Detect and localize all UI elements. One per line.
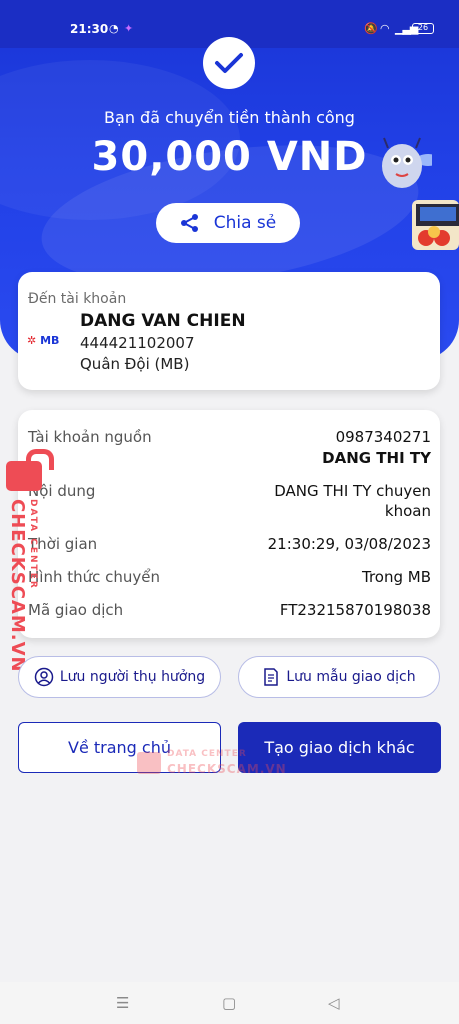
save-beneficiary-label: Lưu người thụ hưởng [59, 669, 206, 685]
battery-icon: 26 [412, 23, 434, 34]
transaction-id-value: FT23215870198038 [279, 601, 431, 619]
destination-account-card: Đến tài khoản ✲ MB DANG VAN CHIEN 444421… [18, 272, 440, 390]
save-beneficiary-button[interactable]: Lưu người thụ hưởng [18, 656, 221, 698]
share-label: Chia sẻ [213, 213, 277, 233]
center-watermark-sub: DATA CENTER [167, 749, 247, 759]
source-account-row: Tài khoản nguồn 0987340271 DANG THI TY [28, 428, 431, 468]
watermark-brand: CHECKSCAM.VN [7, 499, 28, 673]
recipient-account: 444421102007 [80, 334, 195, 352]
gift-box-icon [412, 200, 459, 250]
mb-bank-logo: ✲ MB [27, 334, 60, 347]
menu-icon[interactable]: ☰ [116, 994, 129, 1012]
wifi-icon: ◠ [380, 22, 390, 35]
document-icon [264, 668, 279, 686]
recipient-name: DANG VAN CHIEN [80, 311, 246, 331]
transaction-id-row: Mã giao dịch FT23215870198038 [28, 601, 431, 621]
content-line-2: khoan [384, 502, 431, 520]
method-value: Trong MB [361, 568, 431, 586]
back-icon[interactable]: ◁ [328, 994, 340, 1012]
success-check-icon [203, 37, 255, 89]
content-line-1: DANG THI TY chuyen [274, 482, 431, 500]
content-row: Nội dung DANG THI TY chuyen khoan [28, 482, 431, 522]
recipient-bank: Quân Đội (MB) [80, 355, 190, 373]
system-nav-bar: ☰ ▢ ◁ [0, 982, 459, 1024]
status-time: 21:30 [70, 22, 109, 36]
app-notification-icon: ✦ [124, 22, 134, 35]
source-label: Tài khoản nguồn [28, 428, 152, 446]
source-account: 0987340271 [335, 428, 431, 446]
success-message: Bạn đã chuyển tiền thành công [104, 108, 355, 127]
center-watermark-brand: CHECKSCAM.VN [167, 762, 287, 776]
home-nav-icon[interactable]: ▢ [222, 994, 236, 1012]
checkscam-watermark: CHECKSCAM.VN DATA CENTER [3, 449, 54, 673]
method-row: Hình thức chuyển Trong MB [28, 568, 431, 588]
lock-icon [6, 449, 54, 491]
time-row: Thời gian 21:30:29, 03/08/2023 [28, 535, 431, 555]
mascot-bee-icon [382, 137, 432, 188]
messenger-icon: ◔ [109, 22, 119, 35]
save-template-button[interactable]: Lưu mẫu giao dịch [238, 656, 440, 698]
transaction-details-card: Tài khoản nguồn 0987340271 DANG THI TY N… [18, 410, 440, 638]
center-watermark: DATA CENTER CHECKSCAM.VN [137, 748, 297, 782]
mute-icon: 🔕 [364, 22, 378, 35]
share-button[interactable]: Chia sẻ [156, 203, 300, 243]
lock-icon [137, 752, 161, 774]
time-value: 21:30:29, 03/08/2023 [267, 535, 431, 553]
save-template-label: Lưu mẫu giao dịch [286, 669, 416, 685]
watermark-sub: DATA CENTER [28, 499, 38, 590]
method-label: Hình thức chuyển [28, 568, 161, 586]
user-circle-icon [34, 667, 54, 687]
destination-label: Đến tài khoản [28, 291, 127, 307]
share-icon [180, 214, 198, 232]
source-name: DANG THI TY [322, 449, 431, 467]
